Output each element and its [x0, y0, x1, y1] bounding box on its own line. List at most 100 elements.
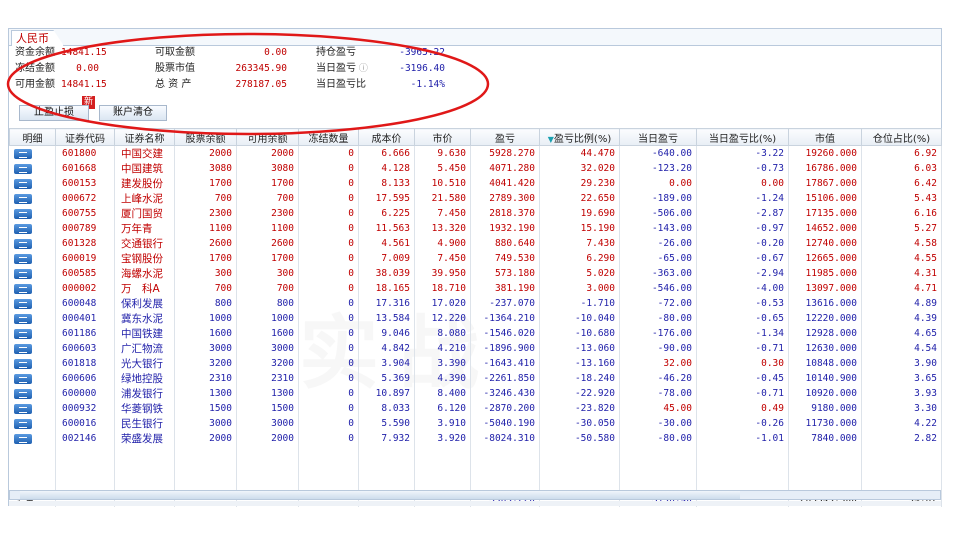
cell-cost: 17.595 [358, 191, 415, 206]
cell-market-value: 12928.000 [788, 326, 862, 341]
cell-available: 1500 [236, 401, 299, 416]
detail-icon[interactable] [13, 208, 32, 219]
cell-position-pct: 4.71 [861, 281, 942, 296]
table-row[interactable]: 002146 荣盛发展 2000 2000 0 7.932 3.920 -8024.310 -5… [9, 431, 942, 446]
tab-rmb[interactable]: 人民币 [11, 30, 64, 46]
column-header[interactable]: 市值 [788, 128, 862, 146]
detail-cell[interactable] [9, 416, 56, 431]
detail-cell[interactable] [9, 311, 56, 326]
detail-cell[interactable] [9, 161, 56, 176]
column-header[interactable]: 明细 [9, 128, 56, 146]
horizontal-scrollbar[interactable] [9, 490, 941, 500]
cell-cost: 5.369 [358, 371, 415, 386]
column-header[interactable]: 市价 [414, 128, 471, 146]
table-row[interactable]: 600000 浦发银行 1300 1300 0 10.897 8.400 -3246.430-… [9, 386, 942, 401]
detail-cell[interactable] [9, 296, 56, 311]
cell-price: 9.630 [414, 145, 471, 161]
column-header[interactable]: ▼盈亏比例(%) [539, 128, 620, 146]
detail-cell[interactable] [9, 356, 56, 371]
column-header[interactable]: 仓位占比(%) [861, 128, 942, 146]
detail-icon[interactable] [13, 418, 32, 429]
table-row[interactable]: 000672 上峰水泥 700 700 0 17.595 21.580 2789.300 22.… [9, 191, 942, 206]
table-row[interactable]: 600606 绿地控股 2310 2310 0 5.369 4.390 -2261.850 -1… [9, 371, 942, 386]
table-row[interactable]: 601328 交通银行 2600 2600 0 4.561 4.900 880.640 7.43… [9, 236, 942, 251]
table-row[interactable]: 000401 冀东水泥 1000 1000 0 13.584 12.220 -1364.210… [9, 311, 942, 326]
cell-day-pnl: 0.00 [619, 176, 697, 191]
table-row[interactable]: 600603 广汇物流 3000 3000 0 4.842 4.210 -1896.900 -1… [9, 341, 942, 356]
column-header[interactable]: 冻结数量 [298, 128, 359, 146]
table-row[interactable]: 600016 民生银行 3000 3000 0 5.590 3.910 -5040.190 -3… [9, 416, 942, 431]
detail-icon[interactable] [13, 193, 32, 204]
column-header[interactable]: 盈亏 [470, 128, 540, 146]
detail-cell[interactable] [9, 401, 56, 416]
cell-pnl: -1643.410 [470, 356, 540, 371]
scrollbar-thumb[interactable] [20, 491, 740, 499]
cell-pnl-pct: 32.020 [539, 161, 620, 176]
detail-icon[interactable] [13, 388, 32, 399]
detail-icon[interactable] [13, 178, 32, 189]
table-row[interactable]: 601818 光大银行 3200 3200 0 3.904 3.390 -1643.410 -1… [9, 356, 942, 371]
cell-available: 2600 [236, 236, 299, 251]
detail-icon[interactable] [13, 358, 32, 369]
table-row[interactable]: 601186 中国铁建 1600 1600 0 9.046 8.080 -1546.020 -1… [9, 326, 942, 341]
table-row[interactable]: 601668 中国建筑 3080 3080 0 4.128 5.450 4071.280 32.… [9, 161, 942, 176]
cell-day-pnl-pct: -0.67 [696, 251, 789, 266]
table-row[interactable]: 600153 建发股份 1700 1700 0 8.133 10.510 4041.420 29… [9, 176, 942, 191]
table-row[interactable]: 000002 万 科A 700 700 0 18.165 18.710 381.190 3.00… [9, 281, 942, 296]
detail-cell[interactable] [9, 341, 56, 356]
stop-profit-loss-button[interactable]: 止盈止损 [19, 105, 89, 121]
detail-cell[interactable] [9, 206, 56, 221]
detail-icon[interactable] [13, 328, 32, 339]
table-row[interactable]: 000789 万年青 1100 1100 0 11.563 13.320 1932.190 15… [9, 221, 942, 236]
detail-icon[interactable] [13, 223, 32, 234]
column-header[interactable]: 当日盈亏 [619, 128, 697, 146]
detail-cell[interactable] [9, 371, 56, 386]
cell-code: 601818 [55, 356, 115, 371]
cell-holdings: 3080 [174, 161, 237, 176]
detail-icon[interactable] [13, 373, 32, 384]
detail-icon[interactable] [13, 253, 32, 264]
column-header[interactable]: 证券名称 [114, 128, 175, 146]
detail-icon[interactable] [13, 433, 32, 444]
cell-price: 17.020 [414, 296, 471, 311]
column-header[interactable]: 可用余额 [236, 128, 299, 146]
detail-icon[interactable] [13, 268, 32, 279]
table-row[interactable]: 600048 保利发展 800 800 0 17.316 17.020 -237.070 -1.… [9, 296, 942, 311]
detail-cell[interactable] [9, 236, 56, 251]
detail-cell[interactable] [9, 431, 56, 446]
detail-cell[interactable] [9, 386, 56, 401]
column-header[interactable]: 当日盈亏比(%) [696, 128, 789, 146]
table-row[interactable]: 000932 华菱钢铁 1500 1500 0 8.033 6.120 -2870.200 -2… [9, 401, 942, 416]
column-header[interactable]: 股票余额 [174, 128, 237, 146]
detail-cell[interactable] [9, 281, 56, 296]
detail-cell[interactable] [9, 266, 56, 281]
detail-icon[interactable] [13, 343, 32, 354]
column-header[interactable]: 证券代码 [55, 128, 115, 146]
clear-account-button[interactable]: 账户清仓 [99, 105, 167, 121]
detail-cell[interactable] [9, 251, 56, 266]
detail-cell[interactable] [9, 145, 56, 161]
detail-cell[interactable] [9, 326, 56, 341]
summary-value: -1.14% [410, 79, 445, 90]
table-row[interactable]: 601800 中国交建 2000 2000 0 6.666 9.630 5928.270 44.… [9, 145, 942, 161]
detail-icon[interactable] [13, 313, 32, 324]
column-header[interactable]: 成本价 [358, 128, 415, 146]
cell-pnl-pct: -1.710 [539, 296, 620, 311]
detail-icon[interactable] [13, 148, 32, 159]
cell-day-pnl: -143.00 [619, 221, 697, 236]
detail-icon[interactable] [13, 283, 32, 294]
detail-icon[interactable] [13, 163, 32, 174]
detail-cell[interactable] [9, 191, 56, 206]
detail-icon[interactable] [13, 238, 32, 249]
table-row[interactable]: 600585 海螺水泥 300 300 0 38.039 39.950 573.180 5.02… [9, 266, 942, 281]
summary-value: 14841.15 [61, 79, 107, 90]
detail-icon[interactable] [13, 298, 32, 309]
cell-code: 600585 [55, 266, 115, 281]
detail-cell[interactable] [9, 176, 56, 191]
detail-cell[interactable] [9, 221, 56, 236]
cell-position-pct: 2.82 [861, 431, 942, 446]
table-row[interactable]: 600755 厦门国贸 2300 2300 0 6.225 7.450 2818.370 19.… [9, 206, 942, 221]
cell-price: 6.120 [414, 401, 471, 416]
detail-icon[interactable] [13, 403, 32, 414]
table-row[interactable]: 600019 宝钢股份 1700 1700 0 7.009 7.450 749.530 6.29… [9, 251, 942, 266]
